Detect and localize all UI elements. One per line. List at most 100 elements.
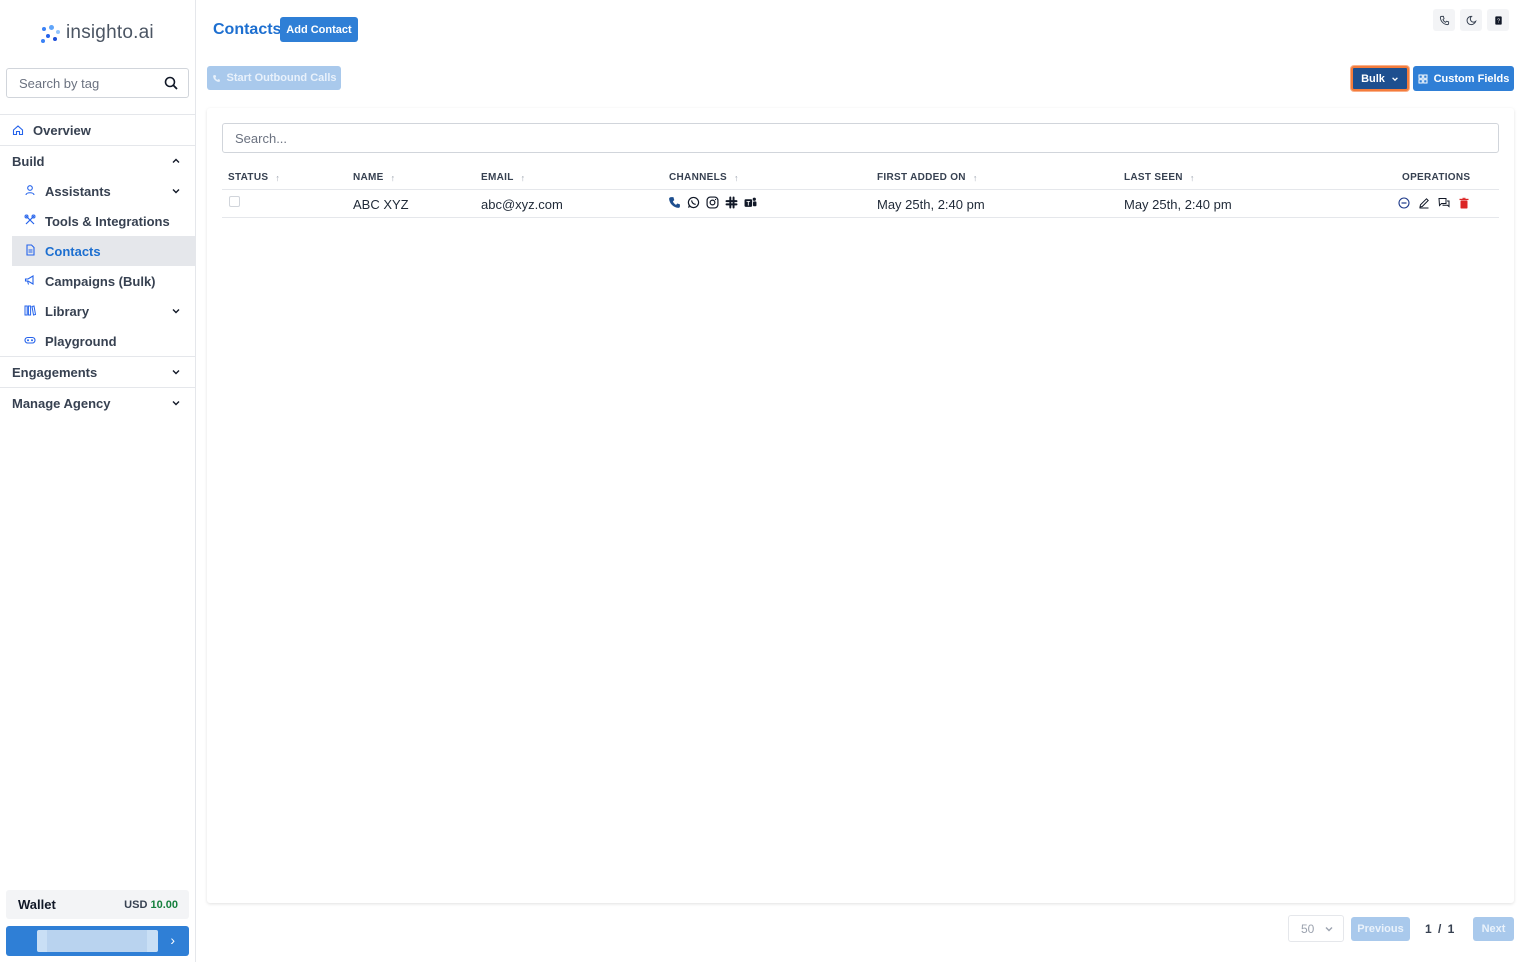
- sidebar-item-contacts[interactable]: Contacts: [12, 236, 195, 266]
- sidebar-nav: Overview Build Assistants Tools & Integr…: [0, 114, 195, 418]
- chevron-down-icon: [172, 189, 180, 194]
- sort-arrow-icon: ↑: [733, 172, 739, 183]
- grid-icon: [1418, 74, 1428, 83]
- redacted-account-name: [37, 930, 158, 952]
- sidebar-item-campaigns[interactable]: Campaigns (Bulk): [12, 266, 195, 296]
- teams-icon[interactable]: T: [744, 196, 757, 209]
- megaphone-icon: [24, 275, 34, 285]
- table-search-input[interactable]: [235, 124, 1486, 152]
- chevron-up-icon: [172, 158, 180, 163]
- sidebar-group-engagements[interactable]: Engagements: [0, 356, 195, 387]
- tag-search-input[interactable]: [19, 75, 164, 91]
- column-label: EMAIL: [481, 172, 514, 183]
- sort-arrow-icon: ↑: [1189, 172, 1195, 183]
- sidebar-item-label: Library: [45, 303, 90, 319]
- svg-text:T: T: [747, 201, 751, 207]
- whatsapp-icon[interactable]: [687, 196, 700, 209]
- column-header-first-added-on[interactable]: FIRST ADDED ON ↑: [877, 172, 978, 183]
- sidebar-item-playground[interactable]: Playground: [12, 326, 195, 356]
- library-icon: [24, 305, 36, 316]
- column-header-operations: OPERATIONS: [1402, 172, 1470, 183]
- svg-text:?: ?: [1496, 18, 1499, 24]
- first-added-on: May 25th, 2:40 pm: [877, 197, 985, 212]
- column-label: STATUS: [228, 172, 269, 183]
- button-label: Bulk: [1361, 72, 1385, 85]
- column-header-last-seen[interactable]: LAST SEEN ↑: [1124, 172, 1195, 183]
- sidebar-item-label: Assistants: [45, 183, 111, 199]
- table-search-box: [222, 123, 1499, 153]
- phone-icon: [1439, 15, 1449, 25]
- next-page-button[interactable]: Next: [1473, 917, 1514, 941]
- moon-icon: [1466, 15, 1477, 25]
- sidebar-item-label: Contacts: [45, 243, 101, 259]
- column-header-channels[interactable]: CHANNELS ↑: [669, 172, 739, 183]
- sort-arrow-icon: ↑: [275, 172, 281, 183]
- sidebar-item-label: Tools & Integrations: [45, 213, 170, 229]
- sidebar-item-label: Campaigns (Bulk): [45, 273, 156, 289]
- page-indicator: 1 / 1: [1425, 922, 1455, 936]
- help-book-icon: ?: [1494, 15, 1502, 25]
- start-outbound-calls-button[interactable]: Start Outbound Calls: [207, 66, 341, 90]
- wallet-card[interactable]: Wallet USD 10.00: [6, 890, 189, 919]
- phone-toolbar-button[interactable]: [1433, 9, 1455, 31]
- search-icon[interactable]: [164, 76, 178, 90]
- gamepad-icon: [24, 336, 36, 344]
- document-icon: [26, 244, 35, 256]
- chevron-right-icon: ›: [170, 932, 175, 948]
- chevron-down-icon: [172, 309, 180, 314]
- sort-arrow-icon: ↑: [520, 172, 526, 183]
- custom-fields-button[interactable]: Custom Fields: [1413, 66, 1514, 91]
- contacts-table-panel: STATUS ↑ NAME ↑ EMAIL ↑ CHANNELS ↑ FIRST ADD…: [207, 108, 1514, 903]
- page-title: Contacts: [213, 21, 282, 38]
- sidebar-item-label: Overview: [33, 122, 91, 138]
- sidebar-group-label: Engagements: [12, 364, 98, 380]
- table-row[interactable]: ABC XYZ abc@xyz.com T May 25th, 2:40 pm …: [222, 191, 1499, 218]
- column-header-email[interactable]: EMAIL ↑: [481, 172, 525, 183]
- chat-icon[interactable]: [1437, 196, 1450, 209]
- delete-icon[interactable]: [1457, 196, 1470, 209]
- wallet-currency: USD: [124, 898, 148, 911]
- sidebar-group-build[interactable]: Build: [0, 145, 195, 176]
- column-label: NAME: [353, 172, 384, 183]
- sidebar-group-label: Build: [12, 153, 45, 169]
- table-header: STATUS ↑ NAME ↑ EMAIL ↑ CHANNELS ↑ FIRST ADD…: [222, 168, 1499, 190]
- sidebar-item-assistants[interactable]: Assistants: [12, 176, 195, 206]
- wallet-label: Wallet: [18, 897, 56, 912]
- button-label: Custom Fields: [1433, 72, 1510, 85]
- chevron-down-icon: [172, 370, 180, 375]
- sidebar-group-manage-agency[interactable]: Manage Agency: [0, 387, 195, 418]
- sidebar-group-label: Manage Agency: [12, 395, 111, 411]
- sidebar-item-tools-integrations[interactable]: Tools & Integrations: [12, 206, 195, 236]
- sidebar-item-overview[interactable]: Overview: [0, 114, 195, 145]
- instagram-icon[interactable]: [706, 196, 719, 209]
- tools-icon: [24, 214, 36, 225]
- phone-icon: [212, 74, 220, 82]
- phone-icon[interactable]: [668, 196, 681, 209]
- sidebar: insighto.ai Overview Build Assistants To…: [0, 0, 196, 962]
- brand-logo[interactable]: insighto.ai: [40, 22, 154, 44]
- bulk-dropdown-button[interactable]: Bulk: [1351, 66, 1409, 91]
- edit-icon[interactable]: [1417, 196, 1430, 209]
- column-label: LAST SEEN: [1124, 172, 1183, 183]
- contact-email: abc@xyz.com: [481, 197, 563, 212]
- page-size-select[interactable]: 50: [1288, 915, 1344, 942]
- help-button[interactable]: ?: [1487, 9, 1509, 31]
- wallet-balance: USD 10.00: [124, 899, 178, 911]
- column-header-name[interactable]: NAME ↑: [353, 172, 395, 183]
- account-switcher[interactable]: ›: [6, 926, 189, 956]
- status-checkbox[interactable]: [229, 196, 240, 207]
- channel-icons: T: [668, 196, 757, 209]
- minus-circle-icon[interactable]: [1397, 196, 1410, 209]
- dark-mode-toggle[interactable]: [1460, 9, 1482, 31]
- wallet-amount: 10.00: [150, 898, 178, 911]
- add-contact-button[interactable]: Add Contact: [280, 17, 358, 42]
- chevron-down-icon: [1392, 76, 1398, 81]
- column-header-status[interactable]: STATUS ↑: [228, 172, 280, 183]
- column-label: CHANNELS: [669, 172, 727, 183]
- previous-page-button[interactable]: Previous: [1351, 917, 1410, 941]
- row-operations: [1397, 196, 1470, 209]
- slack-icon[interactable]: [725, 196, 738, 209]
- sort-arrow-icon: ↑: [390, 172, 396, 183]
- sidebar-item-library[interactable]: Library: [12, 296, 195, 326]
- brand-name: insighto.ai: [66, 22, 154, 43]
